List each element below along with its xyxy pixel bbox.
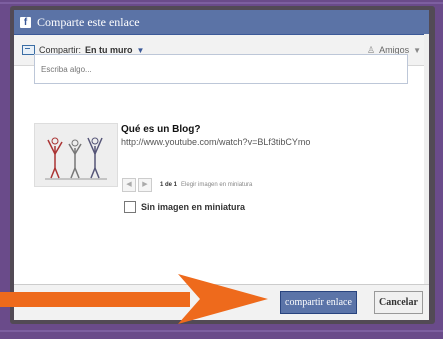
arrow-icon: [0, 274, 268, 324]
